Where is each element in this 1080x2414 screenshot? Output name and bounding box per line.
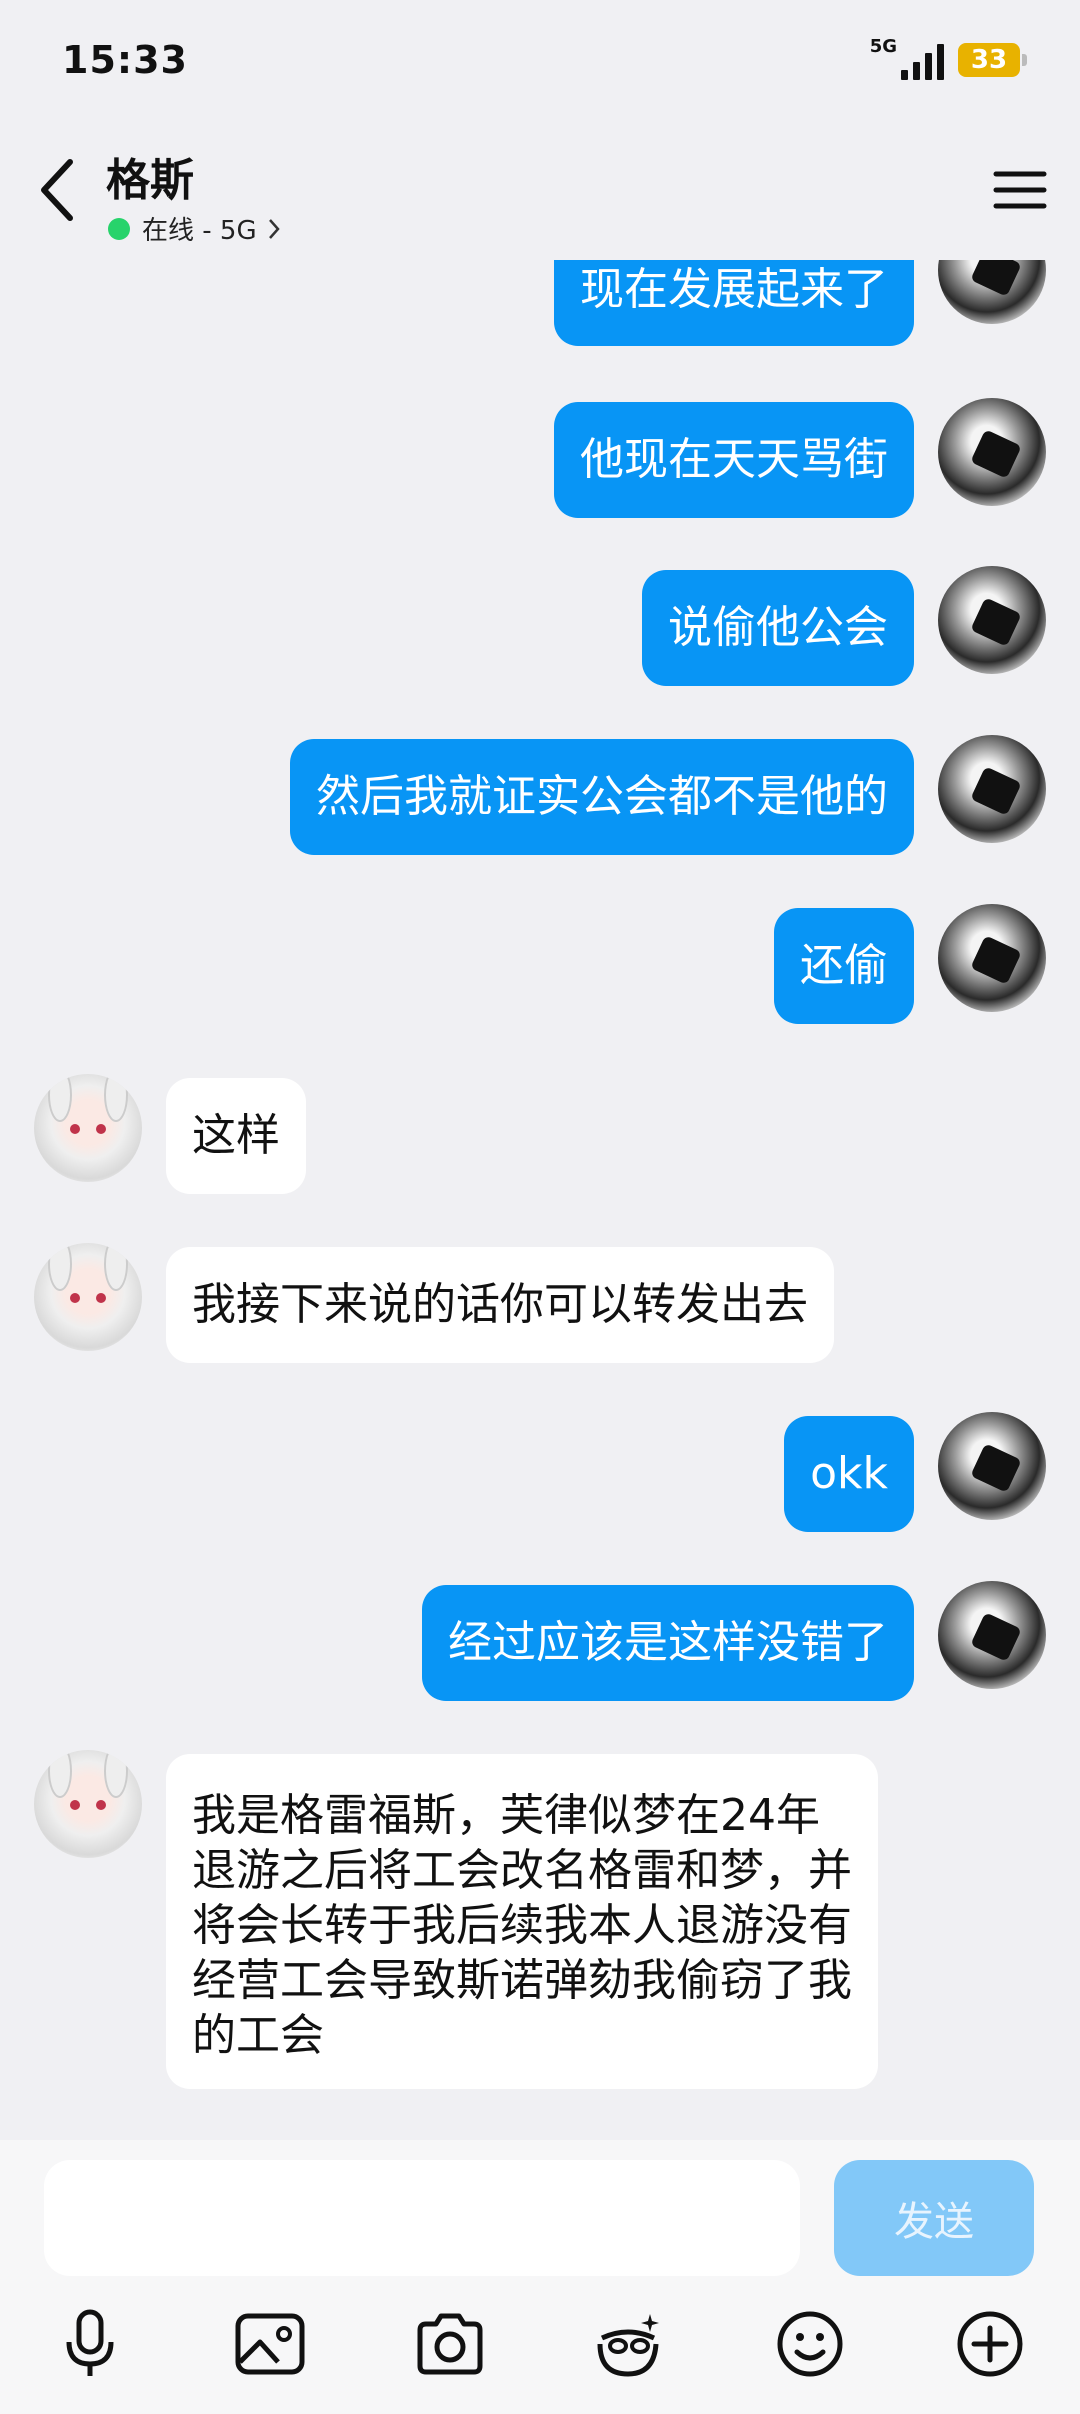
hamburger-menu-icon [993,171,1047,209]
contact-name[interactable]: 格斯 [106,144,194,208]
message-bubble-received[interactable]: 我是格雷福斯，芙律似梦在24年退游之后将工会改名格雷和梦，并将会长转于我后续我本… [166,1754,878,2089]
my-avatar[interactable] [938,1581,1046,1689]
message-bubble-received[interactable]: 我接下来说的话你可以转发出去 [166,1247,834,1363]
my-avatar[interactable] [938,735,1046,843]
message-bubble-sent[interactable]: 说偷他公会 [642,570,914,686]
emoji-icon [777,2311,843,2377]
my-avatar[interactable] [938,1412,1046,1520]
signal-icon [901,40,944,80]
message-bubble-sent[interactable]: okk [784,1416,914,1532]
menu-button[interactable] [990,160,1050,220]
my-avatar[interactable] [938,260,1046,324]
gallery-button[interactable] [230,2304,310,2384]
camera-button[interactable] [410,2304,490,2384]
sticker-button[interactable] [588,2304,668,2384]
contact-avatar[interactable] [34,1074,142,1182]
send-button[interactable]: 发送 [834,2160,1034,2276]
sticker-icon [597,2314,659,2377]
status-indicators: 5G 33 [870,36,1027,80]
chat-header: 格斯 在线 - 5G [0,130,1080,260]
contact-status-text: 在线 - 5G [142,216,257,246]
network-type: 5G [869,35,897,57]
my-avatar[interactable] [938,398,1046,506]
contact-avatar[interactable] [34,1243,142,1351]
message-bubble-sent[interactable]: 现在发展起来了 [554,260,914,346]
plus-icon [957,2311,1023,2377]
microphone-icon [66,2309,114,2376]
message-bubble-sent[interactable]: 他现在天天骂街 [554,402,914,518]
emoji-button[interactable] [770,2304,850,2384]
status-time: 15:33 [62,38,188,82]
back-arrow-icon [41,159,73,221]
voice-button[interactable] [50,2304,130,2384]
status-bar: 15:33 5G 33 [0,0,1080,120]
message-bubble-received[interactable]: 这样 [166,1078,306,1194]
message-list[interactable]: 现在发展起来了 他现在天天骂街 说偷他公会 然后我就证实公会都不是他的 还偷 这… [0,260,1080,2140]
more-button[interactable] [950,2304,1030,2384]
message-bubble-sent[interactable]: 还偷 [774,908,914,1024]
battery-level: 33 [970,45,1008,75]
message-input[interactable] [44,2160,800,2276]
contact-status[interactable]: 在线 - 5G [108,210,281,247]
battery-icon: 33 [958,43,1027,77]
input-toolbar [0,2304,1080,2394]
message-bubble-sent[interactable]: 经过应该是这样没错了 [422,1585,914,1701]
my-avatar[interactable] [938,566,1046,674]
back-button[interactable] [30,150,90,230]
input-bar: 发送 [0,2140,1080,2414]
image-icon [235,2313,305,2375]
my-avatar[interactable] [938,904,1046,1012]
camera-icon [417,2313,483,2375]
message-bubble-sent[interactable]: 然后我就证实公会都不是他的 [290,739,914,855]
chevron-right-icon [268,218,280,239]
online-dot-icon [108,217,130,240]
contact-avatar[interactable] [34,1750,142,1858]
